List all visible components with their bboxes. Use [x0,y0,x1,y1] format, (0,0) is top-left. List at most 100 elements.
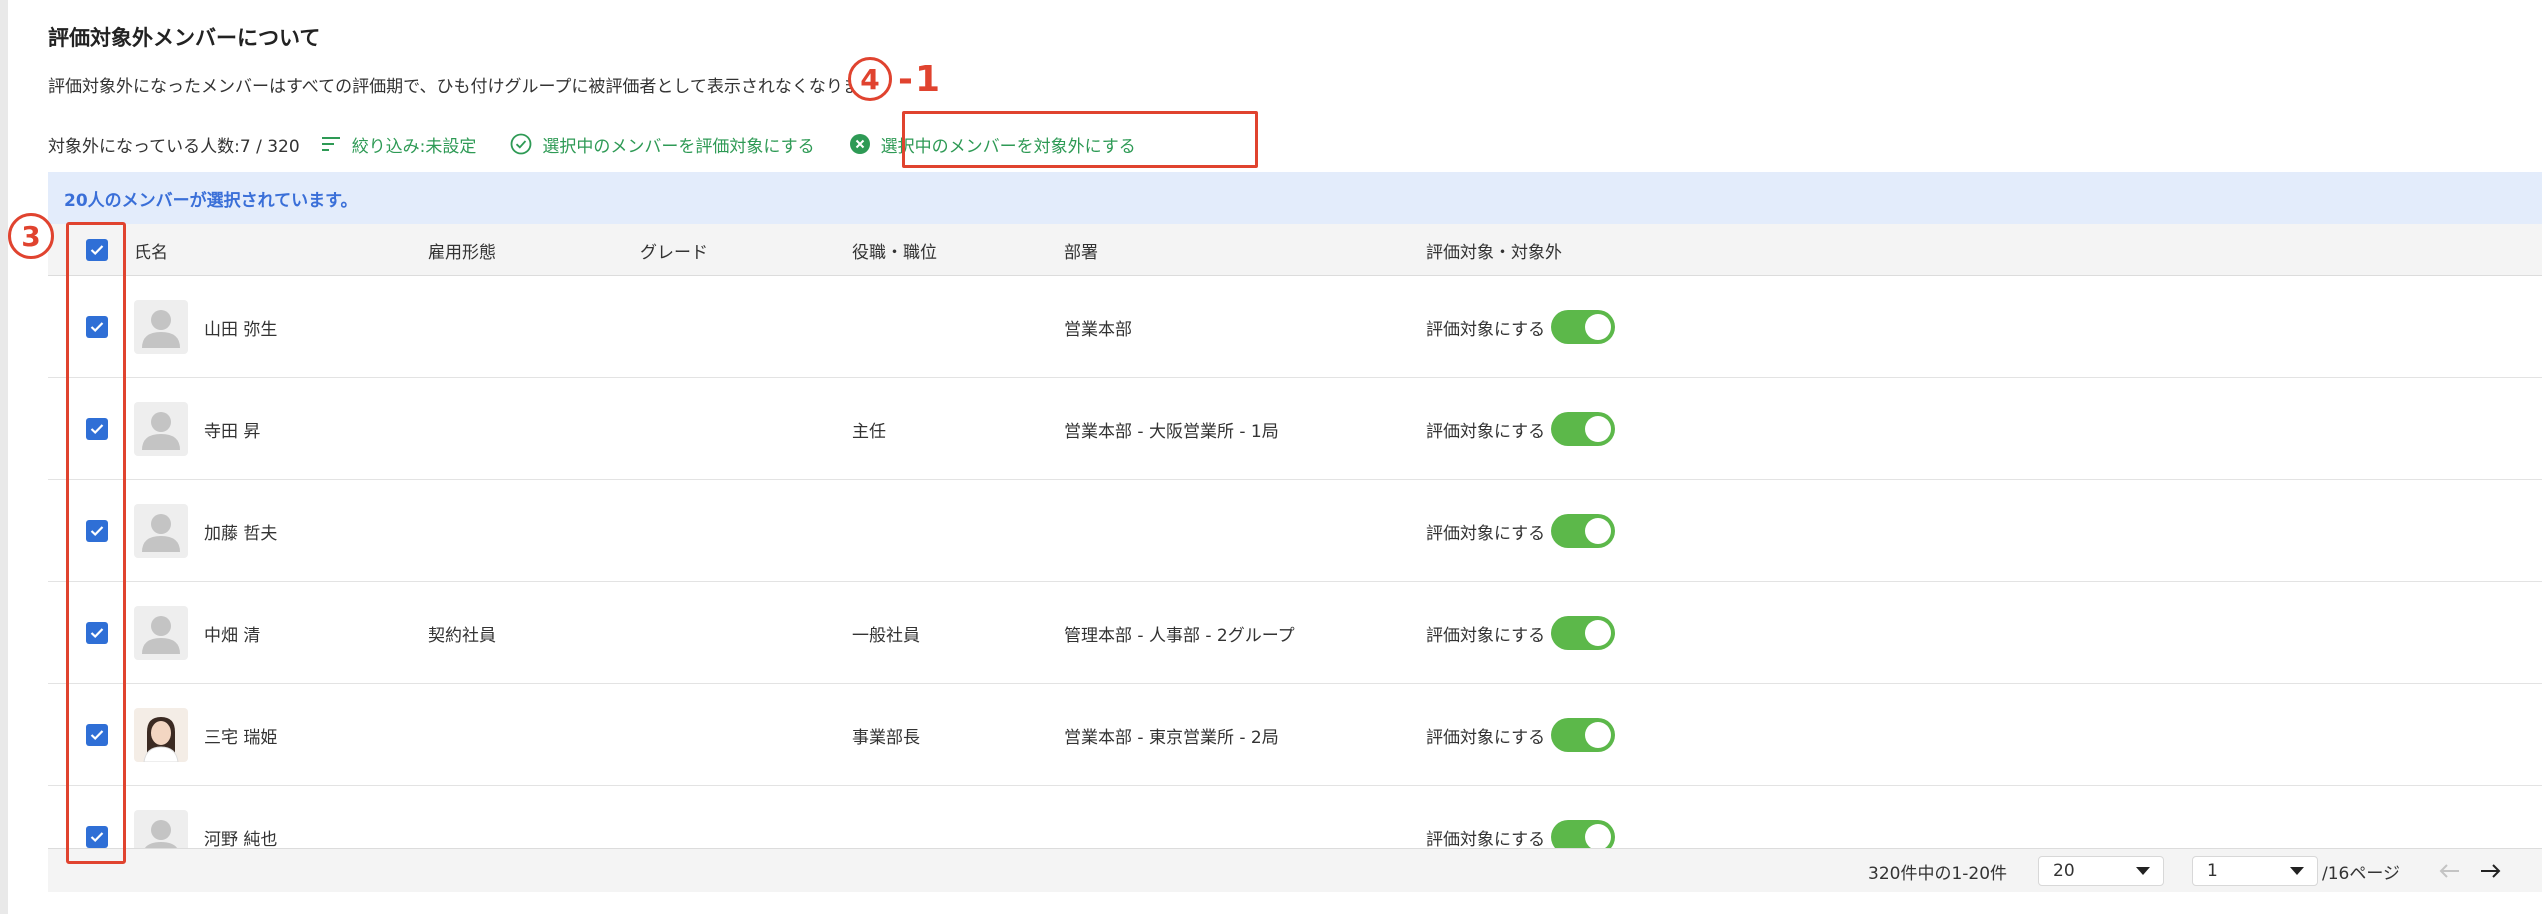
close-circle-icon [849,134,870,154]
department: 営業本部 [1064,319,1132,340]
header-name[interactable]: 氏名 [134,224,168,276]
table-row: 中畑 清 契約社員 一般社員 管理本部 - 人事部 - 2グループ 評価対象にす… [48,582,2542,684]
default-avatar-icon [142,514,180,552]
exclude-button-highlight [902,111,1258,168]
toggle-knob [1585,722,1612,748]
callout-4-suffix: -1 [898,58,942,100]
result-summary: 320件中の1-20件 [1868,863,2008,884]
toggle-label: 評価対象にする [1426,625,1546,646]
header-department[interactable]: 部署 [1064,224,1098,276]
toggle-label: 評価対象にする [1426,523,1546,544]
department: 管理本部 - 人事部 - 2グループ [1064,625,1295,646]
department: 営業本部 - 大阪営業所 - 1局 [1064,421,1279,442]
header-employment[interactable]: 雇用形態 [428,224,496,276]
table-row: 河野 純也 評価対象にする [48,786,2542,848]
member-name[interactable]: 寺田 昇 [204,378,260,480]
callout-4-1: 4 -1 [848,56,942,102]
per-page-value: 20 [2053,861,2075,881]
check-circle-icon [511,133,532,155]
evaluation-toggle[interactable] [1551,616,1616,650]
caret-down-icon [2290,867,2304,875]
toggle-knob [1585,518,1612,544]
total-pages-label: /16ページ [2322,863,2401,884]
current-page-value: 1 [2207,861,2218,881]
header-position[interactable]: 役職・職位 [852,224,937,276]
caret-down-icon [2136,867,2150,875]
filter-button[interactable]: 絞り込み:未設定 [321,132,476,157]
member-name[interactable]: 三宅 瑞姫 [204,684,277,786]
toggle-label: 評価対象にする [1426,727,1546,748]
callout-3: 3 [8,213,54,259]
toggle-knob [1585,416,1612,442]
department: 営業本部 - 東京営業所 - 2局 [1064,727,1279,748]
prev-page-button[interactable] [2438,849,2460,893]
page-select[interactable]: 1 [2192,856,2318,886]
section-description: 評価対象外になったメンバーはすべての評価期で、ひも付けグループに被評価者として表… [48,77,893,97]
section-title: 評価対象外メンバーについて [48,26,321,50]
default-avatar-icon [142,412,180,450]
row-checkbox[interactable] [86,520,108,542]
include-selected-button[interactable]: 選択中のメンバーを評価対象にする [510,132,815,157]
checkmark-icon [90,526,104,537]
avatar [134,606,188,660]
toggle-knob [1585,620,1612,646]
member-name[interactable]: 加藤 哲夫 [204,480,277,582]
select-all-checkbox[interactable] [86,239,108,261]
member-name[interactable]: 中畑 清 [204,582,260,684]
member-table-body: 山田 弥生 営業本部 評価対象にする 寺田 昇 主任 営業本部 - 大阪営業所 … [48,276,2542,848]
checkmark-icon [90,628,104,639]
toggle-knob [1585,314,1612,340]
row-checkbox[interactable] [86,316,108,338]
employment-type: 契約社員 [428,625,496,646]
position: 事業部長 [852,727,920,748]
checkmark-icon [90,730,104,741]
default-avatar-icon [142,616,180,654]
evaluation-toggle[interactable] [1551,820,1616,848]
pagination-bar: 320件中の1-20件 20 1 /16ページ [48,848,2542,892]
evaluation-toggle[interactable] [1551,718,1616,752]
filter-icon [321,137,340,151]
row-checkbox[interactable] [86,418,108,440]
photo-avatar-icon [143,717,179,762]
checkmark-icon [90,832,104,843]
callout-4-circle: 4 [848,57,892,101]
avatar [134,300,188,354]
table-row: 加藤 哲夫 評価対象にする [48,480,2542,582]
table-row: 三宅 瑞姫 事業部長 営業本部 - 東京営業所 - 2局 評価対象にする [48,684,2542,786]
table-row: 山田 弥生 営業本部 評価対象にする [48,276,2542,378]
table-row: 寺田 昇 主任 営業本部 - 大阪営業所 - 1局 評価対象にする [48,378,2542,480]
avatar [134,708,188,762]
row-checkbox[interactable] [86,826,108,848]
position: 主任 [852,421,886,442]
header-evaluation[interactable]: 評価対象・対象外 [1426,224,1562,276]
position: 一般社員 [852,625,920,646]
left-border [0,0,8,914]
evaluation-toggle[interactable] [1551,310,1616,344]
checkmark-icon [90,322,104,333]
per-page-select[interactable]: 20 [2038,856,2164,886]
row-checkbox[interactable] [86,724,108,746]
default-avatar-icon [142,310,180,348]
include-selected-label: 選択中のメンバーを評価対象にする [542,136,815,157]
next-page-button[interactable] [2480,849,2502,893]
member-name[interactable]: 山田 弥生 [204,276,277,378]
table-header: 氏名 雇用形態 グレード 役職・職位 部署 評価対象・対象外 [48,224,2542,276]
excluded-count-label: 対象外になっている人数:7 / 320 [48,136,300,157]
checkmark-icon [90,424,104,435]
default-avatar-icon [144,820,178,848]
evaluation-toggle[interactable] [1551,514,1616,548]
toggle-label: 評価対象にする [1426,829,1546,849]
select-all-checkbox-cell[interactable] [86,224,108,276]
toggle-label: 評価対象にする [1426,319,1546,340]
evaluation-toggle[interactable] [1551,412,1616,446]
toggle-knob [1585,824,1612,848]
selection-banner: 20人のメンバーが選択されています。 [48,172,2542,224]
avatar [134,504,188,558]
member-name[interactable]: 河野 純也 [204,786,277,849]
header-grade[interactable]: グレード [640,224,708,276]
arrow-left-icon [2439,864,2459,878]
avatar [134,402,188,456]
checkmark-icon [90,245,104,256]
row-checkbox[interactable] [86,622,108,644]
toggle-label: 評価対象にする [1426,421,1546,442]
